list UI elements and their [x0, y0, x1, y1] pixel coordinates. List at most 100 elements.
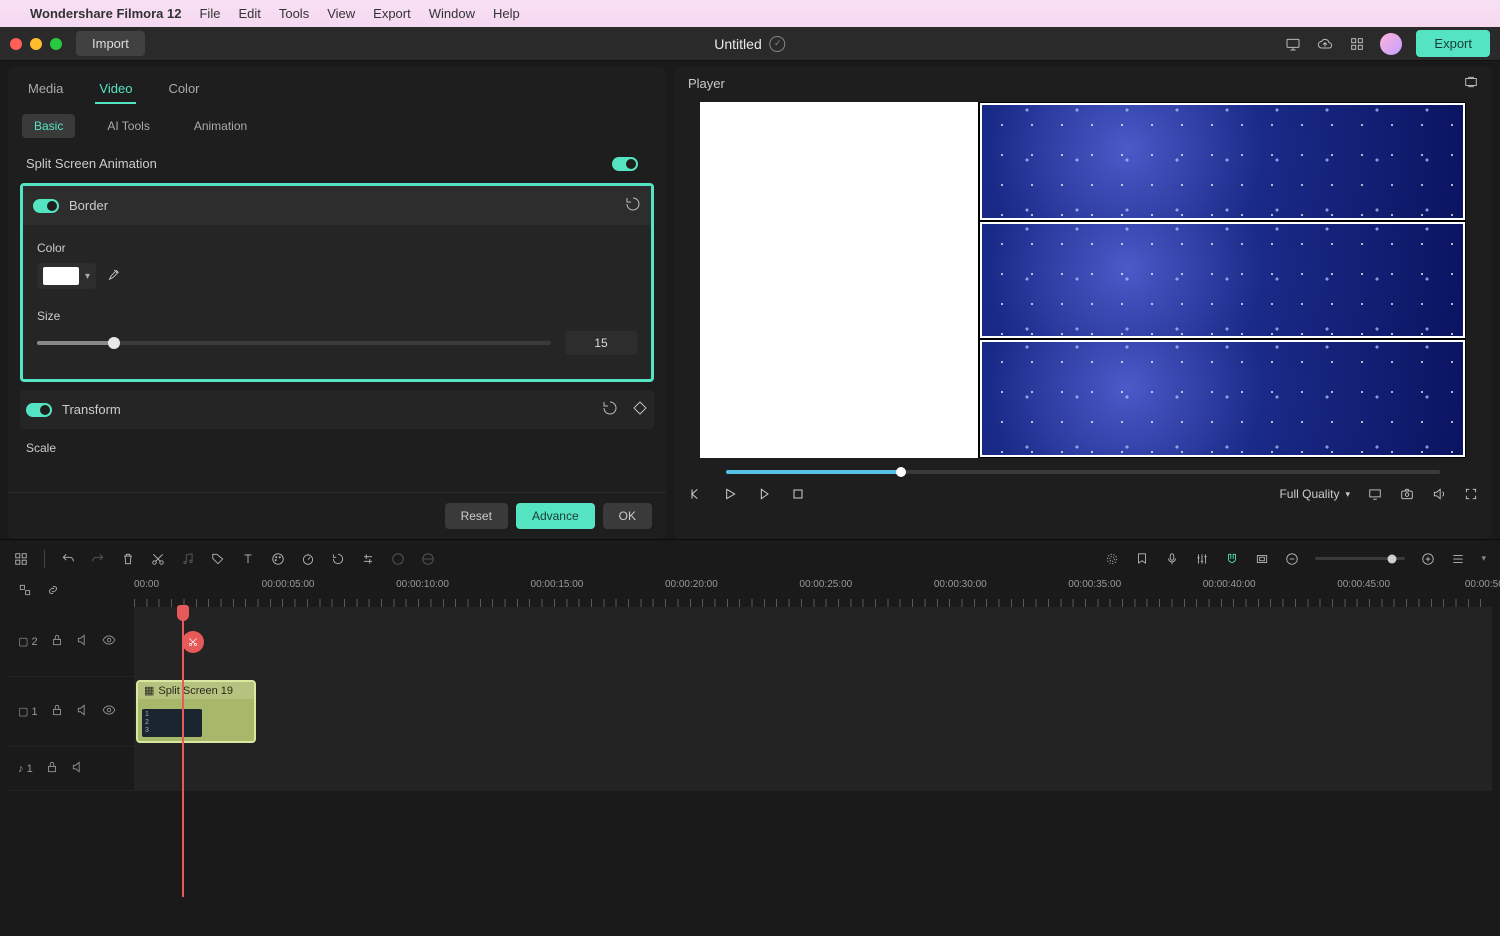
snapshot-icon[interactable] — [1400, 487, 1414, 501]
border-reset-icon[interactable] — [625, 196, 641, 215]
advance-button[interactable]: Advance — [516, 503, 595, 529]
preview-cell-1 — [980, 103, 1465, 220]
lock-icon[interactable] — [45, 760, 59, 777]
mute-icon[interactable] — [76, 633, 90, 650]
palette-icon[interactable] — [271, 552, 285, 566]
split-screen-toggle[interactable] — [612, 157, 638, 171]
desktop-icon[interactable] — [1284, 35, 1302, 53]
player-progress[interactable] — [726, 470, 1440, 474]
mute-icon[interactable] — [76, 703, 90, 720]
ok-button[interactable]: OK — [603, 503, 652, 529]
rotate-icon[interactable] — [331, 552, 345, 566]
color-label: Color — [37, 241, 637, 255]
tracks-menu-chevron-icon[interactable]: ▾ — [1481, 553, 1486, 564]
timeline-clip[interactable]: ▦Split Screen 19 123 — [136, 680, 256, 743]
maximize-icon[interactable] — [50, 38, 62, 50]
menu-edit[interactable]: Edit — [238, 6, 260, 21]
prev-frame-icon[interactable] — [688, 486, 704, 502]
minimize-icon[interactable] — [30, 38, 42, 50]
import-button[interactable]: Import — [76, 31, 145, 56]
video-track-2: ▢ 2 — [8, 607, 1492, 677]
tab-video[interactable]: Video — [95, 75, 136, 104]
nest-icon[interactable] — [18, 583, 32, 602]
quality-dropdown[interactable]: Full Quality▾ — [1279, 487, 1350, 501]
tab-color[interactable]: Color — [164, 75, 203, 104]
redo-icon[interactable] — [91, 552, 105, 566]
subtab-animation[interactable]: Animation — [182, 114, 259, 138]
timeline-toolbar: ▾ — [0, 539, 1500, 577]
mute-icon[interactable] — [71, 760, 85, 777]
clip-type-icon: ▦ — [144, 684, 154, 697]
export-button[interactable]: Export — [1416, 30, 1490, 57]
cloud-upload-icon[interactable] — [1316, 35, 1334, 53]
player-canvas[interactable] — [700, 102, 1466, 458]
saved-check-icon: ✓ — [770, 36, 786, 52]
mixer-icon[interactable] — [1195, 552, 1209, 566]
tag-icon[interactable] — [211, 552, 225, 566]
zoom-in-icon[interactable] — [1421, 552, 1435, 566]
transform-reset-icon[interactable] — [602, 400, 618, 419]
split-screen-label: Split Screen Animation — [26, 156, 157, 171]
audio-track-1: ♪ 1 — [8, 747, 1492, 791]
menu-tools[interactable]: Tools — [279, 6, 309, 21]
eye-icon[interactable] — [102, 703, 116, 720]
cut-icon[interactable] — [151, 552, 165, 566]
marker-icon[interactable] — [1135, 552, 1149, 566]
size-input[interactable] — [565, 331, 637, 355]
crop-icon[interactable] — [1255, 552, 1269, 566]
fullscreen-icon[interactable] — [1464, 487, 1478, 501]
size-label: Size — [37, 309, 637, 323]
macos-menubar[interactable]: Wondershare Filmora 12 File Edit Tools V… — [0, 0, 1500, 27]
reset-button[interactable]: Reset — [445, 503, 508, 529]
fit-icon[interactable] — [1464, 75, 1478, 92]
layout-grid-icon[interactable] — [14, 552, 28, 566]
eyedropper-icon[interactable] — [106, 267, 120, 286]
play-icon[interactable] — [722, 486, 738, 502]
menu-view[interactable]: View — [327, 6, 355, 21]
menu-export[interactable]: Export — [373, 6, 411, 21]
undo-icon[interactable] — [61, 552, 75, 566]
close-icon[interactable] — [10, 38, 22, 50]
color-dropdown[interactable]: ▾ — [37, 263, 96, 289]
next-frame-icon[interactable] — [756, 486, 772, 502]
tab-media[interactable]: Media — [24, 75, 67, 104]
zoom-out-icon[interactable] — [1285, 552, 1299, 566]
border-toggle[interactable] — [33, 199, 59, 213]
text-icon[interactable] — [241, 552, 255, 566]
time-ruler[interactable]: 00:00 00:00:05:00 00:00:10:00 00:00:15:0… — [134, 577, 1492, 607]
mic-icon[interactable] — [1165, 552, 1179, 566]
keyframe-icon[interactable] — [632, 400, 648, 419]
lock-icon[interactable] — [50, 633, 64, 650]
speed-icon[interactable] — [301, 552, 315, 566]
timeline: 00:00 00:00:05:00 00:00:10:00 00:00:15:0… — [0, 577, 1500, 791]
cut-marker-icon[interactable] — [182, 631, 204, 653]
size-slider[interactable] — [37, 341, 551, 345]
tracks-view-icon[interactable] — [1451, 552, 1465, 566]
auto-icon[interactable] — [1105, 552, 1119, 566]
eye-icon[interactable] — [102, 633, 116, 650]
grid-icon[interactable] — [1348, 35, 1366, 53]
menu-file[interactable]: File — [199, 6, 220, 21]
display-icon[interactable] — [1368, 487, 1382, 501]
subtab-aitools[interactable]: AI Tools — [95, 114, 161, 138]
lock-icon[interactable] — [50, 703, 64, 720]
volume-icon[interactable] — [1432, 487, 1446, 501]
zoom-slider[interactable] — [1315, 557, 1405, 560]
transform-label: Transform — [62, 402, 121, 417]
playhead[interactable] — [182, 607, 184, 897]
app-name[interactable]: Wondershare Filmora 12 — [30, 6, 181, 21]
avatar[interactable] — [1380, 33, 1402, 55]
link-icon[interactable] — [46, 583, 60, 602]
music-icon[interactable] — [181, 552, 195, 566]
menu-help[interactable]: Help — [493, 6, 520, 21]
subtab-basic[interactable]: Basic — [22, 114, 75, 138]
adjust-icon[interactable] — [361, 552, 375, 566]
stop-icon[interactable] — [790, 486, 806, 502]
magnet-icon[interactable] — [1225, 552, 1239, 566]
delete-icon[interactable] — [121, 552, 135, 566]
menu-window[interactable]: Window — [429, 6, 475, 21]
video-track-1: ▢ 1 ▦Split Screen 19 123 — [8, 677, 1492, 747]
transform-toggle[interactable] — [26, 403, 52, 417]
border-section-highlight: Border Color ▾ Size — [20, 183, 654, 382]
titlebar: Import Untitled ✓ Export — [0, 27, 1500, 61]
